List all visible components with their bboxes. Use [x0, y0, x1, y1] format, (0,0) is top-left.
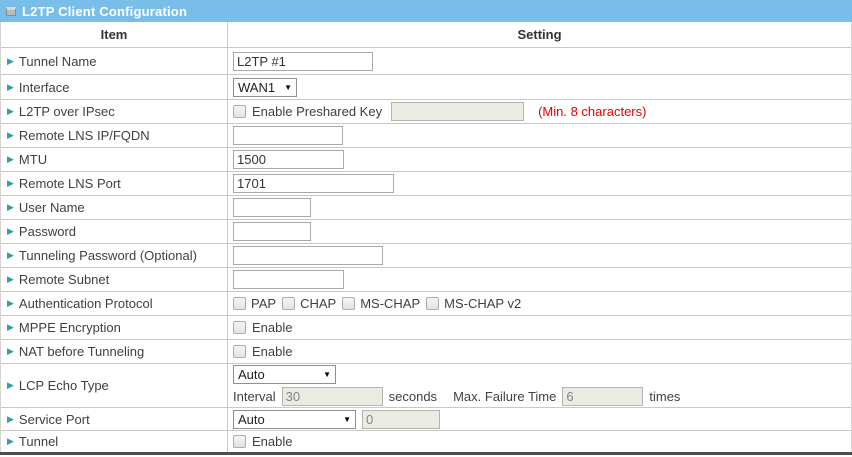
mppe-enable-label: Enable	[252, 320, 292, 335]
arrow-bullet-icon: ▶	[7, 275, 14, 284]
next-section-top-edge	[0, 452, 852, 455]
nat-enable-checkbox[interactable]	[233, 345, 246, 358]
arrow-bullet-icon: ▶	[7, 227, 14, 236]
arrow-bullet-icon: ▶	[7, 155, 14, 164]
remote-lns-port-input[interactable]	[233, 174, 394, 193]
enable-preshared-key-checkbox[interactable]	[233, 105, 246, 118]
preshared-key-input[interactable]	[391, 102, 524, 121]
row-remote-lns-ip: ▶ Remote LNS IP/FQDN	[1, 124, 851, 148]
arrow-bullet-icon: ▶	[7, 437, 14, 446]
arrow-bullet-icon: ▶	[7, 179, 14, 188]
row-authentication-protocol: ▶ Authentication Protocol PAP CHAP MS-CH…	[1, 292, 851, 316]
row-user-name: ▶ User Name	[1, 196, 851, 220]
times-label: times	[649, 389, 680, 404]
row-mtu: ▶ MTU	[1, 148, 851, 172]
row-tunnel: ▶ Tunnel Enable	[1, 431, 851, 452]
pap-checkbox[interactable]	[233, 297, 246, 310]
ms-chap-label: MS-CHAP	[360, 296, 420, 311]
nat-enable-label: Enable	[252, 344, 292, 359]
arrow-bullet-icon: ▶	[7, 323, 14, 332]
row-interface: ▶ Interface WAN1 ▼	[1, 75, 851, 100]
ms-chap-checkbox[interactable]	[342, 297, 355, 310]
remote-subnet-input[interactable]	[233, 270, 344, 289]
chevron-down-icon: ▼	[323, 370, 331, 379]
interval-label: Interval	[233, 389, 276, 404]
row-lcp-echo-type: ▶ LCP Echo Type Auto ▼ Interval seconds …	[1, 364, 851, 408]
mtu-input[interactable]	[233, 150, 344, 169]
arrow-bullet-icon: ▶	[7, 107, 14, 116]
authentication-protocol-label: Authentication Protocol	[19, 296, 153, 311]
configuration-table: Item Setting ▶ Tunnel Name ▶ Interface W…	[0, 22, 852, 452]
arrow-bullet-icon: ▶	[7, 251, 14, 260]
lcp-echo-type-select[interactable]: Auto ▼	[233, 365, 336, 384]
arrow-bullet-icon: ▶	[7, 299, 14, 308]
remote-lns-ip-label: Remote LNS IP/FQDN	[19, 128, 150, 143]
arrow-bullet-icon: ▶	[7, 203, 14, 212]
service-port-label: Service Port	[19, 412, 90, 427]
row-nat-before-tunneling: ▶ NAT before Tunneling Enable	[1, 340, 851, 364]
setting-column-header: Setting	[228, 22, 851, 47]
mppe-encryption-label: MPPE Encryption	[19, 320, 121, 335]
user-name-input[interactable]	[233, 198, 311, 217]
interface-select[interactable]: WAN1 ▼	[233, 78, 297, 97]
section-title: L2TP Client Configuration	[22, 4, 187, 19]
tunnel-label: Tunnel	[19, 434, 58, 449]
password-input[interactable]	[233, 222, 311, 241]
row-tunnel-name: ▶ Tunnel Name	[1, 48, 851, 75]
service-port-select[interactable]: Auto ▼	[233, 410, 356, 429]
item-column-header: Item	[1, 22, 228, 47]
max-failure-time-label: Max. Failure Time	[453, 389, 556, 404]
interface-label: Interface	[19, 80, 70, 95]
arrow-bullet-icon: ▶	[7, 57, 14, 66]
l2tp-client-configuration-panel: L2TP Client Configuration Item Setting ▶…	[0, 0, 852, 455]
arrow-bullet-icon: ▶	[7, 347, 14, 356]
row-remote-subnet: ▶ Remote Subnet	[1, 268, 851, 292]
remote-subnet-label: Remote Subnet	[19, 272, 109, 287]
row-remote-lns-port: ▶ Remote LNS Port	[1, 172, 851, 196]
tunnel-name-input[interactable]	[233, 52, 373, 71]
arrow-bullet-icon: ▶	[7, 83, 14, 92]
user-name-label: User Name	[19, 200, 85, 215]
pap-label: PAP	[251, 296, 276, 311]
mtu-label: MTU	[19, 152, 47, 167]
enable-preshared-key-label: Enable Preshared Key	[252, 104, 382, 119]
remote-lns-ip-input[interactable]	[233, 126, 343, 145]
tunnel-enable-checkbox[interactable]	[233, 435, 246, 448]
seconds-label: seconds	[389, 389, 437, 404]
service-port-input[interactable]	[362, 410, 440, 429]
row-tunneling-password: ▶ Tunneling Password (Optional)	[1, 244, 851, 268]
mppe-enable-checkbox[interactable]	[233, 321, 246, 334]
remote-lns-port-label: Remote LNS Port	[19, 176, 121, 191]
section-title-bar: L2TP Client Configuration	[0, 0, 852, 22]
nat-before-tunneling-label: NAT before Tunneling	[19, 344, 144, 359]
chap-checkbox[interactable]	[282, 297, 295, 310]
ms-chap-v2-checkbox[interactable]	[426, 297, 439, 310]
row-l2tp-over-ipsec: ▶ L2TP over IPsec Enable Preshared Key (…	[1, 100, 851, 124]
chap-label: CHAP	[300, 296, 336, 311]
password-label: Password	[19, 224, 76, 239]
max-failure-time-input[interactable]	[562, 387, 643, 406]
row-password: ▶ Password	[1, 220, 851, 244]
chevron-down-icon: ▼	[343, 415, 351, 424]
interval-input[interactable]	[282, 387, 383, 406]
tunneling-password-input[interactable]	[233, 246, 383, 265]
row-service-port: ▶ Service Port Auto ▼	[1, 408, 851, 431]
tunnel-name-label: Tunnel Name	[19, 54, 97, 69]
preshared-key-hint: (Min. 8 characters)	[538, 104, 646, 119]
l2tp-over-ipsec-label: L2TP over IPsec	[19, 104, 115, 119]
arrow-bullet-icon: ▶	[7, 131, 14, 140]
arrow-bullet-icon: ▶	[7, 381, 14, 390]
arrow-bullet-icon: ▶	[7, 415, 14, 424]
ms-chap-v2-label: MS-CHAP v2	[444, 296, 521, 311]
section-window-icon	[6, 7, 16, 16]
chevron-down-icon: ▼	[284, 83, 292, 92]
table-header-row: Item Setting	[1, 22, 851, 48]
tunneling-password-label: Tunneling Password (Optional)	[19, 248, 197, 263]
row-mppe-encryption: ▶ MPPE Encryption Enable	[1, 316, 851, 340]
lcp-echo-type-label: LCP Echo Type	[19, 378, 109, 393]
tunnel-enable-label: Enable	[252, 434, 292, 449]
